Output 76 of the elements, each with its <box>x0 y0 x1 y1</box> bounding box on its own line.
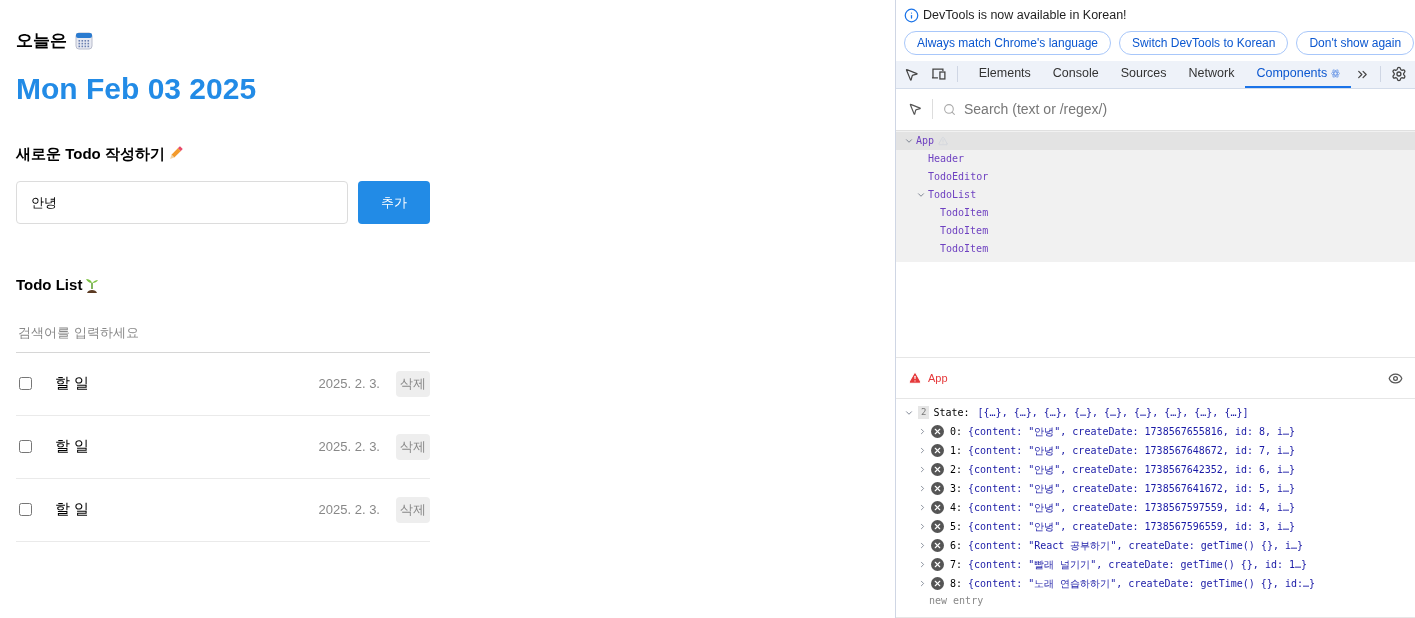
devtools-tab[interactable]: Elements <box>967 60 1042 89</box>
state-entry-value: {content: "안녕", createDate: 1738567648672, id: 7, i…} <box>968 444 1296 458</box>
search-field[interactable]: 검색어를 입력하세요 <box>16 312 430 353</box>
tree-row[interactable]: TodoEditor <box>896 167 1415 186</box>
state-entry-value: {content: "안녕", createDate: 1738567596559, id: 3, i…} <box>968 520 1296 534</box>
state-entry-value: {content: "React 공부하기", createDate: getTime() {}, i…} <box>968 539 1304 553</box>
todo-input[interactable]: 안녕 <box>16 181 348 224</box>
settings-icon[interactable] <box>1391 66 1407 83</box>
state-entry-value: {content: "안녕", createDate: 1738567642352, id: 6, i…} <box>968 463 1296 477</box>
todo-checkbox[interactable] <box>19 377 32 390</box>
devtools-tab[interactable]: Console <box>1041 60 1110 89</box>
new-entry-placeholder[interactable]: new entry <box>896 593 1415 609</box>
banner-message: DevTools is now available in Korean! <box>923 7 1127 24</box>
todo-content: 할 일 <box>55 499 91 520</box>
state-entry-value: {content: "안녕", createDate: 1738567597559, id: 4, i…} <box>968 501 1296 515</box>
state-entry-key: 2: <box>950 462 963 477</box>
remove-entry-icon[interactable] <box>931 520 944 533</box>
info-icon <box>904 7 919 23</box>
state-entry-key: 6: <box>950 538 963 553</box>
tree-row[interactable]: TodoItem <box>896 203 1415 222</box>
state-entry-value: {content: "노래 연습하하기", createDate: getTime() {}, id:…} <box>968 577 1315 591</box>
state-label: State: <box>933 406 970 420</box>
state-entry-key: 1: <box>950 443 963 458</box>
component-search-field[interactable]: Search (text or /regex/) <box>964 98 1403 120</box>
todo-checkbox[interactable] <box>19 503 32 516</box>
todo-checkbox[interactable] <box>19 440 32 453</box>
atom-icon <box>1331 68 1341 78</box>
state-entry-key: 0: <box>950 424 963 439</box>
calendar-icon <box>75 31 93 50</box>
todo-content: 할 일 <box>55 436 91 457</box>
hook-index-badge: 2 <box>918 405 930 420</box>
todo-list-title: Todo List <box>16 275 83 295</box>
remove-entry-icon[interactable] <box>931 558 944 571</box>
todo-date: 2025. 2. 3. <box>318 437 380 456</box>
remove-entry-icon[interactable] <box>931 539 944 552</box>
sprout-icon <box>84 277 101 294</box>
header-label: 오늘은 <box>16 30 67 52</box>
state-entry-key: 3: <box>950 481 963 496</box>
delete-button[interactable]: 삭제 <box>396 496 430 523</box>
devtools-tab[interactable]: Sources <box>1109 60 1178 89</box>
select-element-icon[interactable] <box>908 102 922 117</box>
tree-row[interactable]: Header <box>896 149 1415 168</box>
warning-icon <box>908 371 922 385</box>
state-entry-key: 4: <box>950 500 963 515</box>
search-icon <box>943 102 956 116</box>
remove-entry-icon[interactable] <box>931 501 944 514</box>
todo-date: 2025. 2. 3. <box>318 374 380 393</box>
state-summary: [{…}, {…}, {…}, {…}, {…}, {…}, {…}, {…}, {…}] <box>977 406 1249 420</box>
tree-row[interactable]: App <box>896 131 1415 150</box>
delete-button[interactable]: 삭제 <box>396 370 430 397</box>
delete-button[interactable]: 삭제 <box>396 433 430 460</box>
state-entry-key: 5: <box>950 519 963 534</box>
tree-row[interactable]: TodoItem <box>896 221 1415 240</box>
state-entry-value: {content: "안녕", createDate: 1738567641672, id: 5, i…} <box>968 482 1296 496</box>
inspect-icon[interactable] <box>904 66 919 82</box>
todo-content: 할 일 <box>55 373 91 394</box>
inspected-component-name: App <box>928 370 948 386</box>
date-heading: Mon Feb 03 2025 <box>16 70 258 107</box>
state-entry-key: 8: <box>950 576 963 591</box>
add-button[interactable]: 추가 <box>358 181 430 224</box>
state-entry-value: {content: "안녕", createDate: 1738567655816, id: 8, i…} <box>968 425 1296 439</box>
todo-date: 2025. 2. 3. <box>318 500 380 519</box>
remove-entry-icon[interactable] <box>931 577 944 590</box>
devtools-tab[interactable]: Network <box>1177 60 1246 89</box>
devtools-tab[interactable]: Components <box>1245 60 1352 89</box>
editor-title: 새로운 Todo 작성하기 <box>16 143 165 164</box>
tree-row[interactable]: TodoList <box>896 185 1415 204</box>
remove-entry-icon[interactable] <box>931 482 944 495</box>
state-entry-value: {content: "빨래 널기기", createDate: getTime() {}, id: 1…} <box>968 558 1308 572</box>
device-toolbar-icon[interactable] <box>930 67 947 82</box>
remove-entry-icon[interactable] <box>931 463 944 476</box>
remove-entry-icon[interactable] <box>931 425 944 438</box>
remove-entry-icon[interactable] <box>931 444 944 457</box>
eye-icon[interactable] <box>1388 370 1403 386</box>
tree-row[interactable]: TodoItem <box>896 239 1415 258</box>
state-entry-key: 7: <box>950 557 963 572</box>
